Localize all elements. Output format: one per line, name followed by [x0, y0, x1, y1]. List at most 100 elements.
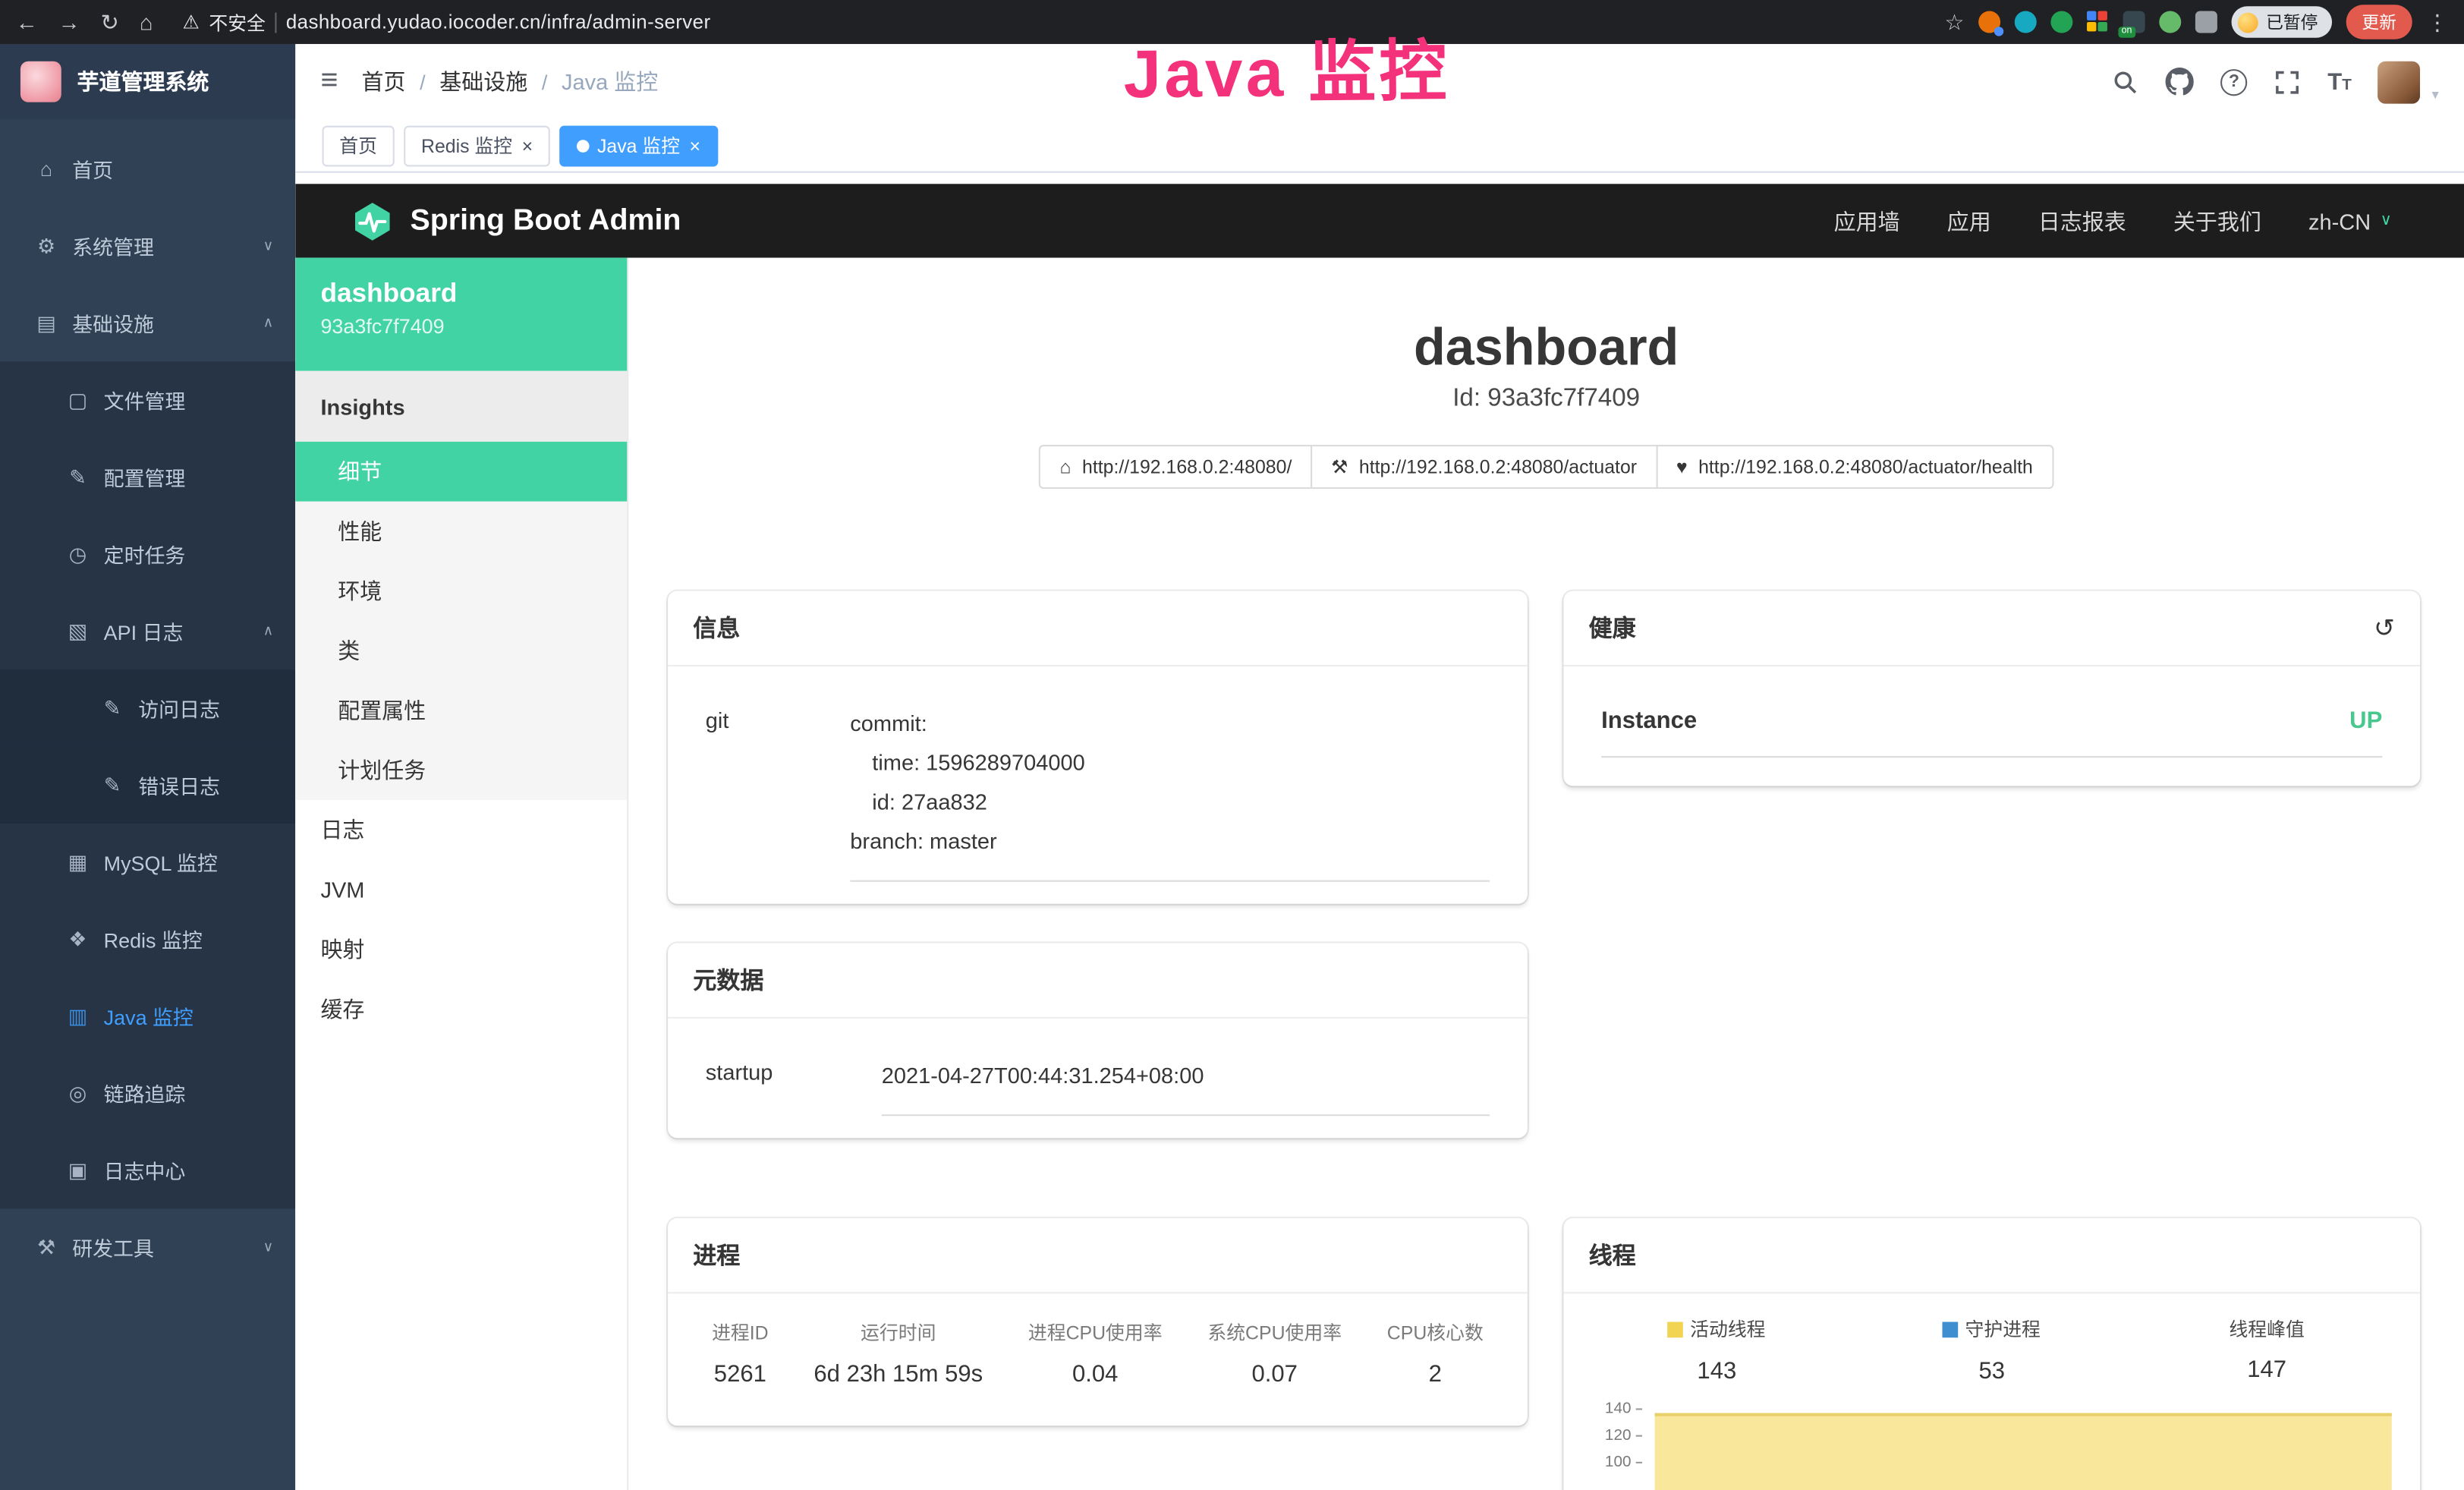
- sidebar-item-mysql-monitor[interactable]: ▦ MySQL 监控: [0, 824, 295, 900]
- language-label: zh-CN: [2308, 208, 2371, 233]
- update-button[interactable]: 更新: [2346, 5, 2412, 39]
- health-url-link[interactable]: ♥ http://192.168.0.2:48080/actuator/heal…: [1656, 445, 2053, 489]
- hamburger-icon[interactable]: ≡: [320, 65, 338, 99]
- breadcrumb-separator: /: [420, 70, 426, 93]
- service-url-link[interactable]: ⌂ http://192.168.0.2:48080/: [1040, 445, 1313, 489]
- sba-item-config-props[interactable]: 配置属性: [295, 681, 627, 741]
- tab-java-monitor[interactable]: Java 监控 ×: [559, 125, 718, 166]
- extension-icon-dark[interactable]: on: [2123, 11, 2145, 33]
- health-card-title: 健康: [1589, 612, 1636, 644]
- breadcrumb-home[interactable]: 首页: [361, 66, 405, 97]
- chevron-down-icon: ∨: [263, 238, 274, 255]
- sidebar-item-home[interactable]: ⌂ 首页: [0, 131, 295, 207]
- tab-home[interactable]: 首页: [323, 125, 395, 166]
- extension-icon-grid[interactable]: [2087, 11, 2109, 33]
- sidebar-item-dev-tools[interactable]: ⚒ 研发工具 ∨: [0, 1208, 295, 1285]
- sba-item-mappings[interactable]: 映射: [295, 919, 627, 979]
- address-bar[interactable]: ⚠ 不安全 dashboard.yudao.iocoder.cn/infra/a…: [183, 8, 711, 35]
- fullscreen-icon[interactable]: [2274, 68, 2301, 95]
- sba-nav-journal[interactable]: 日志报表: [2038, 205, 2126, 236]
- sba-brand[interactable]: Spring Boot Admin: [352, 200, 681, 241]
- sba-navbar: Spring Boot Admin 应用墙 应用 日志报表 关于我们 zh-CN…: [295, 184, 2464, 257]
- reload-icon[interactable]: ↻: [101, 11, 119, 33]
- user-avatar[interactable]: [2378, 61, 2421, 103]
- sba-nav-applications[interactable]: 应用: [1947, 205, 1991, 236]
- extension-icon-teal[interactable]: [2015, 11, 2037, 33]
- sidebar-item-file-mgmt[interactable]: ▢ 文件管理: [0, 361, 295, 438]
- sba-logo-icon: [352, 200, 393, 241]
- sba-item-classes[interactable]: 类: [295, 621, 627, 681]
- doc-icon: ✎: [101, 695, 124, 720]
- git-time-line: time: 1596289704000: [850, 743, 1490, 783]
- y-tick-label: 140: [1605, 1400, 1632, 1417]
- gear-icon: ⚙: [35, 234, 58, 259]
- link-label: http://192.168.0.2:48080/actuator: [1359, 456, 1637, 478]
- metric-label: 进程ID: [712, 1318, 769, 1345]
- avatar-caret-icon[interactable]: ▾: [2431, 86, 2438, 103]
- sba-item-scheduled-tasks[interactable]: 计划任务: [295, 740, 627, 800]
- sidebar-item-java-monitor[interactable]: ▥ Java 监控: [0, 978, 295, 1054]
- sidebar-item-log-center[interactable]: ▣ 日志中心: [0, 1132, 295, 1208]
- sidebar-item-tracing[interactable]: ◎ 链路追踪: [0, 1055, 295, 1132]
- back-icon[interactable]: ←: [16, 11, 38, 33]
- legend-label: 守护进程: [1965, 1315, 2041, 1342]
- extension-icon-orange[interactable]: [1978, 11, 2000, 33]
- sba-item-environment[interactable]: 环境: [295, 561, 627, 621]
- sba-item-jvm[interactable]: JVM: [295, 860, 627, 920]
- chevron-up-icon: ∧: [263, 314, 274, 332]
- github-icon[interactable]: [2166, 68, 2194, 96]
- browser-menu-icon[interactable]: ⋮: [2426, 8, 2448, 35]
- sba-item-caches[interactable]: 缓存: [295, 979, 627, 1039]
- sba-item-performance[interactable]: 性能: [295, 502, 627, 562]
- sidebar-item-config-mgmt[interactable]: ✎ 配置管理: [0, 439, 295, 515]
- app-logo-bar[interactable]: 芋道管理系统: [0, 44, 295, 119]
- chevron-up-icon: ∧: [263, 622, 274, 640]
- info-key-git: git: [706, 704, 851, 882]
- tab-redis-monitor[interactable]: Redis 监控 ×: [404, 125, 550, 166]
- not-secure-label: 不安全: [209, 8, 266, 35]
- metric-value: 0.07: [1207, 1361, 1342, 1388]
- search-icon[interactable]: [2113, 68, 2139, 95]
- sba-app-card[interactable]: dashboard 93a3fc7f7409: [295, 258, 627, 371]
- link-label: http://192.168.0.2:48080/: [1082, 456, 1292, 478]
- extension-icon-leaf[interactable]: [2159, 11, 2181, 33]
- sba-item-logs[interactable]: 日志: [295, 800, 627, 860]
- y-axis-tick: 120: [1579, 1426, 1642, 1444]
- sba-nav-about[interactable]: 关于我们: [2173, 205, 2261, 236]
- annotation-java-monitor: Java 监控: [1123, 36, 1450, 114]
- sba-language-select[interactable]: zh-CN ∨: [2308, 208, 2392, 233]
- sidebar-item-cron-jobs[interactable]: ◷ 定时任务: [0, 515, 295, 592]
- home-icon[interactable]: ⌂: [140, 11, 153, 33]
- history-icon[interactable]: ↺: [2374, 613, 2395, 644]
- sidebar-item-api-logs[interactable]: ▧ API 日志 ∧: [0, 593, 295, 669]
- close-icon[interactable]: ×: [690, 136, 701, 155]
- url-text[interactable]: dashboard.yudao.iocoder.cn/infra/admin-s…: [286, 11, 711, 33]
- sidebar-item-error-logs[interactable]: ✎ 错误日志: [0, 747, 295, 824]
- legend-label: 活动线程: [1690, 1315, 1765, 1342]
- forward-icon[interactable]: →: [58, 11, 80, 33]
- header-actions: ? TT ▾: [2113, 61, 2439, 103]
- threads-legend: 活动线程 143 守护进程: [1579, 1315, 2404, 1384]
- sidebar-item-infrastructure[interactable]: ▤ 基础设施 ∧: [0, 285, 295, 361]
- tab-bar: 首页 Redis 监控 × Java 监控 ×: [295, 119, 2464, 172]
- help-icon[interactable]: ?: [2220, 68, 2247, 95]
- sidebar-item-redis-monitor[interactable]: ❖ Redis 监控: [0, 901, 295, 978]
- extensions-puzzle-icon[interactable]: [2195, 11, 2217, 33]
- sba-nav-wallboard[interactable]: 应用墙: [1834, 205, 1900, 236]
- clock-icon: ◷: [66, 541, 90, 566]
- sba-main: dashboard Id: 93a3fc7f7409 ⌂ http://192.…: [628, 258, 2464, 1490]
- font-size-icon[interactable]: TT: [2327, 70, 2352, 93]
- extension-icon-green[interactable]: [2050, 11, 2072, 33]
- sba-item-details[interactable]: 细节: [295, 442, 627, 502]
- bookmark-star-icon[interactable]: ☆: [1944, 11, 1964, 33]
- tab-label: Java 监控: [597, 132, 680, 159]
- sba-group-insights[interactable]: Insights: [295, 371, 627, 442]
- sidebar-menu: ⌂ 首页 ⚙ 系统管理 ∨ ▤ 基础设施 ∧ ▢ 文件管理: [0, 119, 295, 1490]
- actuator-url-link[interactable]: ⚒ http://192.168.0.2:48080/actuator: [1311, 445, 1657, 489]
- breadcrumb-infrastructure[interactable]: 基础设施: [439, 66, 527, 97]
- profile-paused-chip[interactable]: 已暂停: [2232, 6, 2333, 37]
- sidebar-item-system-mgmt[interactable]: ⚙ 系统管理 ∨: [0, 207, 295, 284]
- close-icon[interactable]: ×: [522, 136, 533, 155]
- sidebar-item-access-logs[interactable]: ✎ 访问日志: [0, 669, 295, 746]
- sba-brand-label: Spring Boot Admin: [410, 203, 681, 238]
